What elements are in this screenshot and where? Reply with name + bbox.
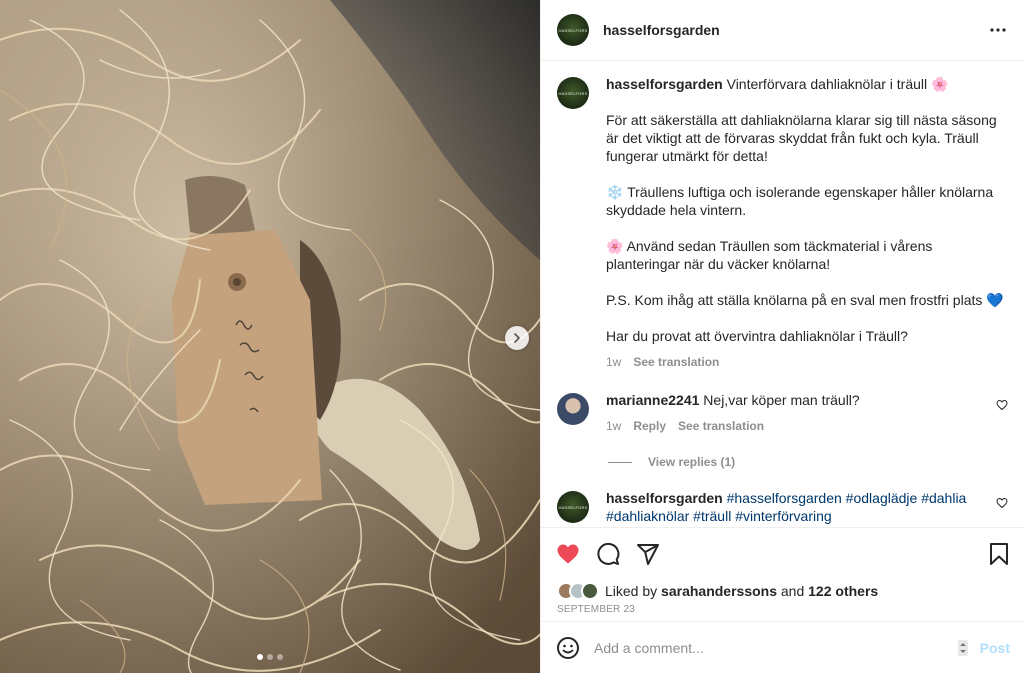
avatar: [581, 582, 599, 600]
add-comment-bar: Post: [541, 621, 1024, 673]
avatar[interactable]: HASSELFORS: [557, 77, 589, 109]
caption-paragraph: För att säkerställa att dahliaknölarna k…: [606, 112, 997, 164]
comments-section[interactable]: HASSELFORS hasselforsgarden Vinterförvar…: [541, 61, 1024, 527]
caption-paragraph: 🌸 Använd sedan Träullen som täckmaterial…: [606, 237, 1008, 273]
save-button[interactable]: [986, 541, 1012, 567]
likes-summary: Liked by sarahanderssons and 122 others: [541, 579, 1024, 603]
comment-input[interactable]: [594, 639, 956, 656]
comment-username[interactable]: hasselforsgarden: [606, 490, 723, 506]
send-icon: [637, 543, 659, 565]
caption-paragraph: P.S. Kom ihåg att ställa knölarna på en …: [606, 291, 1008, 309]
caption: HASSELFORS hasselforsgarden Vinterförvar…: [557, 75, 1008, 371]
comment-icon: [597, 542, 620, 565]
likes-text: Liked by sarahanderssons and 122 others: [605, 583, 878, 599]
up-down-arrows-icon: [957, 639, 968, 656]
input-scroll-arrows[interactable]: [956, 639, 970, 657]
comment-button[interactable]: [595, 541, 621, 567]
comment: HASSELFORS hasselforsgarden #hasselforsg…: [557, 489, 1008, 525]
blue-heart-emoji: 💙: [986, 292, 1004, 308]
comment-body: marianne2241 Nej,var köper man träull? 1…: [606, 391, 988, 435]
see-translation-link[interactable]: See translation: [678, 417, 764, 435]
emoji-button[interactable]: [556, 636, 580, 660]
caption-meta: 1w See translation: [606, 353, 1008, 371]
comment-text: Nej,var köper man träull?: [703, 392, 860, 408]
smiley-icon: [557, 636, 579, 659]
more-options-button[interactable]: [986, 18, 1010, 42]
snowflake-emoji: ❄️: [606, 184, 624, 200]
instagram-post: HASSELFORS hasselforsgarden HASSELFORS h…: [0, 0, 1024, 673]
liker-avatars: [557, 582, 599, 600]
caption-paragraph-text: Använd sedan Träullen som täckmaterial i…: [606, 238, 933, 272]
comment-username[interactable]: marianne2241: [606, 392, 699, 408]
view-replies-label: View replies (1): [648, 455, 736, 469]
next-slide-button[interactable]: [505, 326, 529, 350]
slide-dot: [257, 654, 263, 660]
comment: marianne2241 Nej,var köper man träull? 1…: [557, 391, 1008, 435]
post-date: SEPTEMBER 23: [557, 604, 635, 615]
caption-title: Vinterförvara dahliaknölar i träull: [726, 76, 928, 92]
avatar-logo: HASSELFORS: [558, 504, 588, 510]
caption-paragraph: Har du provat att övervintra dahliaknöla…: [606, 328, 908, 344]
likes-others-link[interactable]: 122 others: [808, 583, 878, 599]
action-bar: [541, 527, 1024, 579]
caption-paragraph-text: P.S. Kom ihåg att ställa knölarna på en …: [606, 292, 983, 308]
comment-body: hasselforsgarden #hasselforsgarden #odla…: [606, 489, 988, 525]
more-horizontal-icon: [990, 28, 1006, 32]
view-replies-button[interactable]: View replies (1): [608, 455, 1008, 469]
avatar[interactable]: HASSELFORS: [557, 14, 589, 46]
caption-time: 1w: [606, 355, 622, 369]
share-button[interactable]: [635, 541, 661, 567]
caption-paragraph-text: Träullens luftiga och isolerande egenska…: [606, 184, 994, 218]
heart-outline-icon[interactable]: [996, 497, 1008, 509]
avatar[interactable]: HASSELFORS: [557, 491, 589, 523]
likes-prefix: Liked by: [605, 583, 658, 599]
divider: [608, 461, 632, 463]
heart-filled-icon: [557, 544, 579, 563]
comment-time: 1w: [606, 419, 622, 433]
caption-username[interactable]: hasselforsgarden: [606, 76, 723, 92]
likes-and: and: [780, 583, 805, 599]
comment-meta: 1w Reply See translation: [606, 417, 988, 435]
flower-emoji: 🌸: [606, 238, 624, 254]
reply-link[interactable]: Reply: [633, 417, 666, 435]
avatar[interactable]: [557, 393, 589, 425]
post-button[interactable]: Post: [980, 640, 1010, 656]
slide-dot: [277, 654, 283, 660]
post-photo: [0, 0, 540, 673]
flower-emoji: 🌸: [931, 76, 949, 92]
header-username[interactable]: hasselforsgarden: [603, 22, 720, 38]
slide-indicator: [0, 654, 540, 660]
liker-username[interactable]: sarahanderssons: [661, 583, 777, 599]
see-translation-link[interactable]: See translation: [633, 353, 719, 371]
bookmark-icon: [990, 542, 1008, 565]
chevron-right-icon: [514, 333, 520, 343]
avatar-logo: HASSELFORS: [558, 27, 588, 33]
post-media[interactable]: [0, 0, 540, 673]
caption-body: hasselforsgarden Vinterförvara dahliaknö…: [606, 75, 1008, 371]
avatar-logo: HASSELFORS: [558, 90, 588, 96]
post-header: HASSELFORS hasselforsgarden: [541, 0, 1024, 61]
post-panel: HASSELFORS hasselforsgarden HASSELFORS h…: [540, 0, 1024, 673]
heart-outline-icon[interactable]: [996, 399, 1008, 411]
slide-dot: [267, 654, 273, 660]
like-button[interactable]: [555, 541, 581, 567]
caption-paragraph: ❄️ Träullens luftiga och isolerande egen…: [606, 183, 1008, 219]
